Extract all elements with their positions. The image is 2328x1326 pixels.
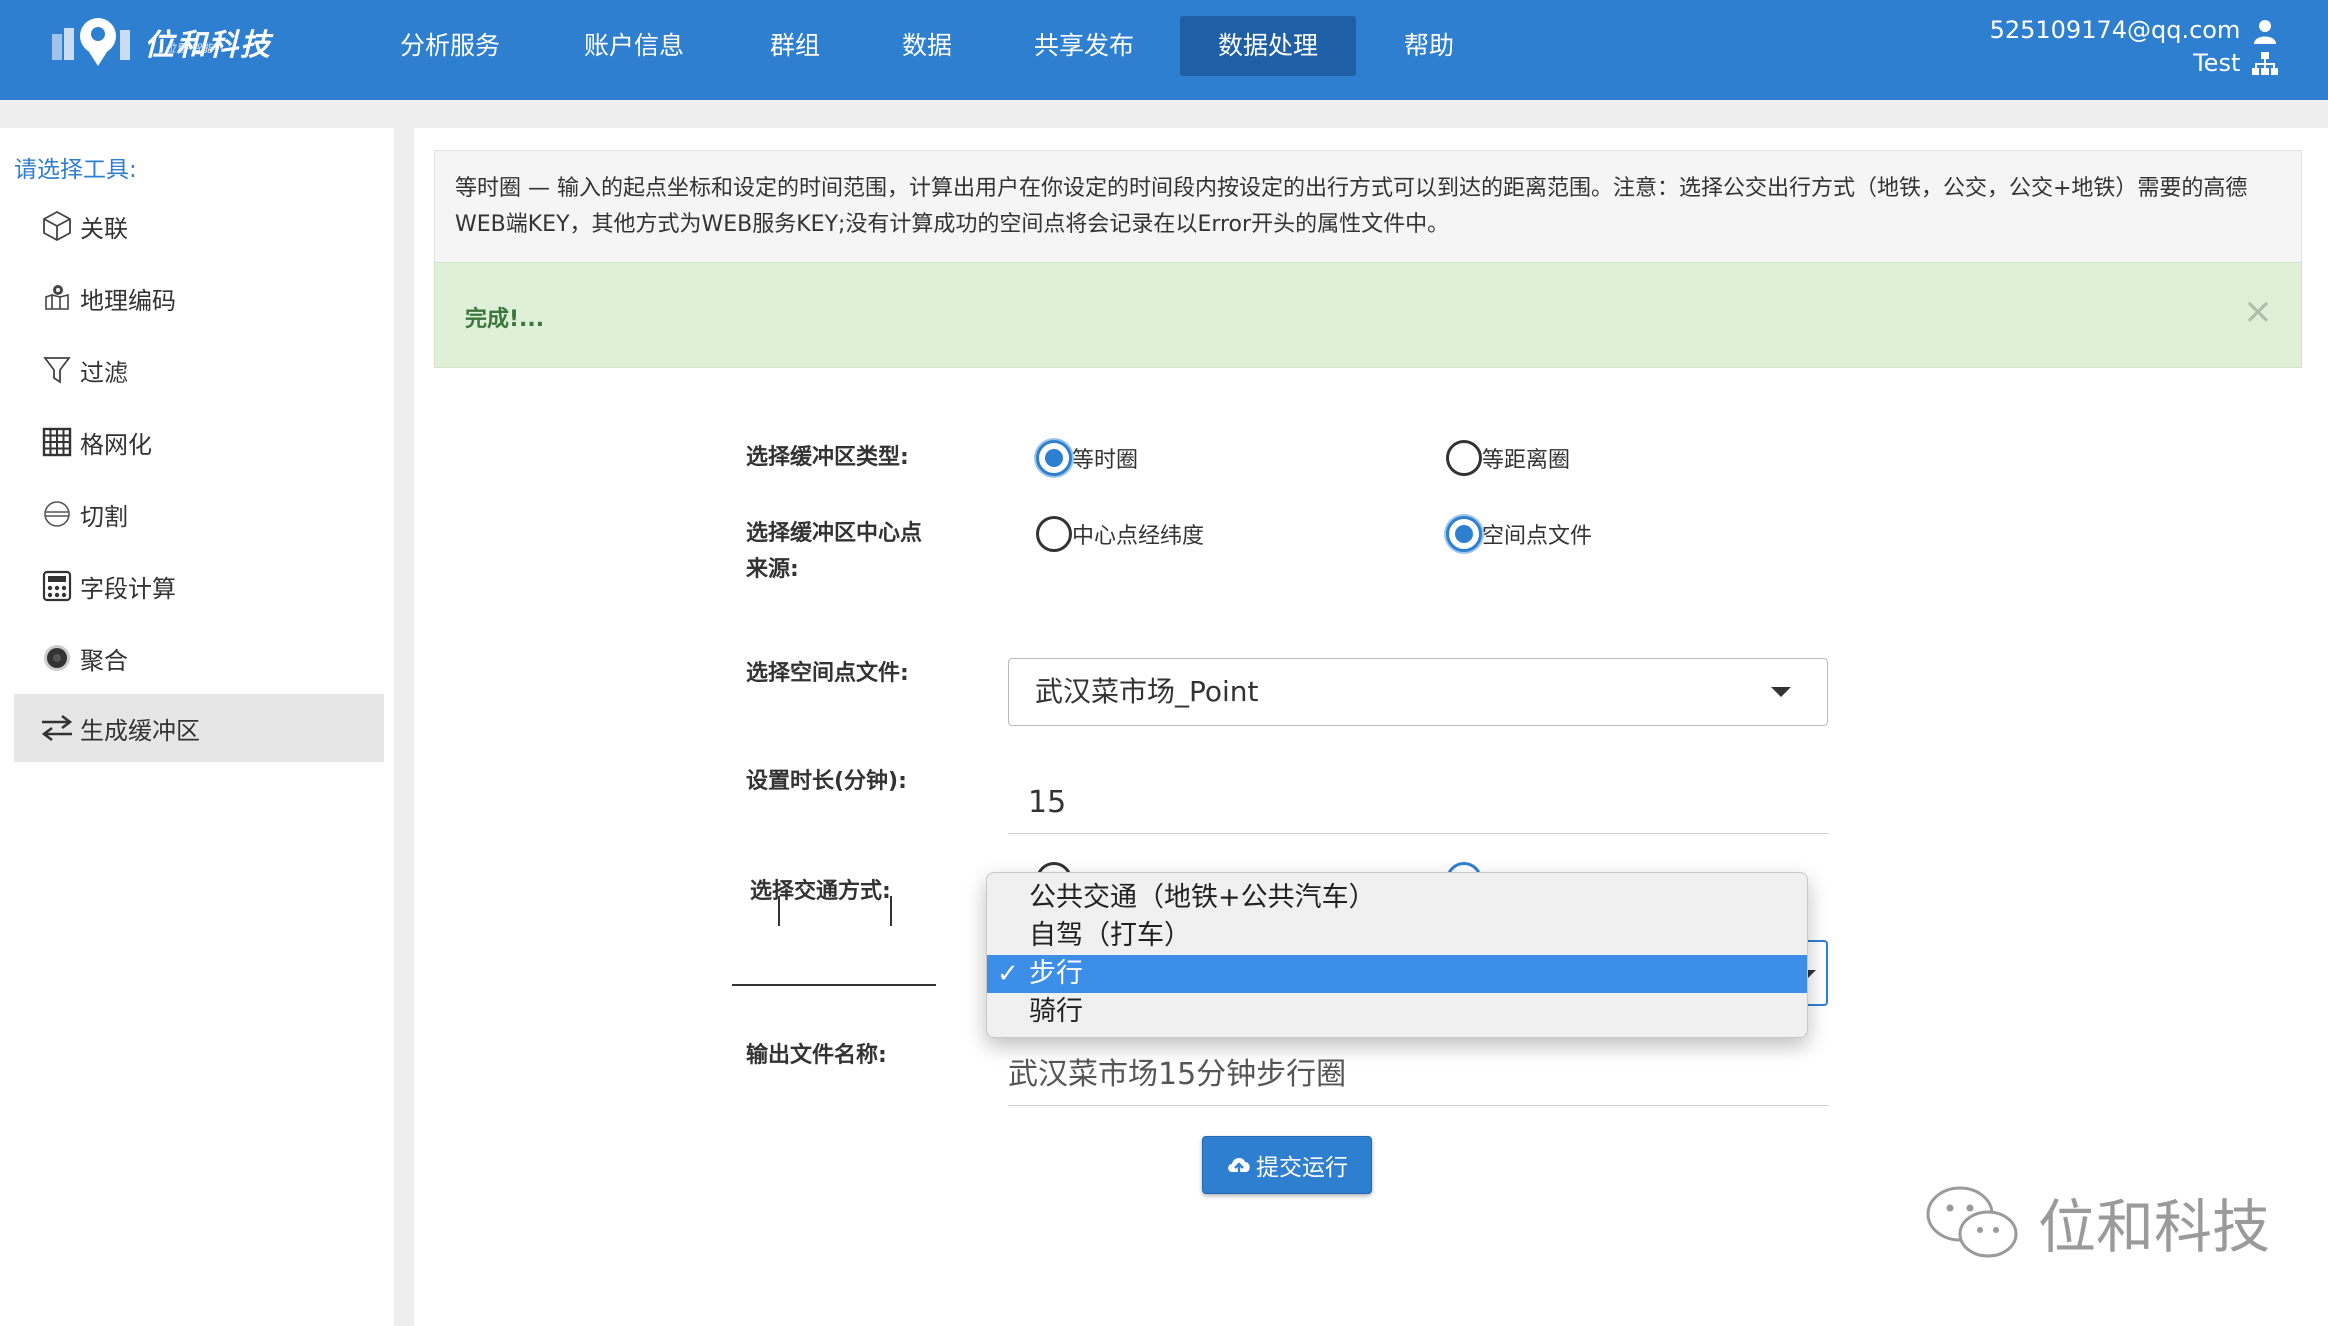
sidebar-item-label: 格网化 — [80, 430, 152, 459]
option-label: 自驾（打车） — [1029, 920, 1191, 951]
radio-label: 中心点经纬度 — [1072, 524, 1205, 549]
close-icon[interactable]: × — [2243, 291, 2273, 332]
logo-subtitle: 位置·智能 — [165, 42, 213, 55]
target-icon — [40, 641, 74, 675]
sidebar-item-label: 生成缓冲区 — [80, 716, 200, 745]
sidebar-item-field-calc[interactable]: 字段计算 — [14, 552, 384, 620]
filter-icon — [40, 353, 74, 387]
user-email: 525109174@qq.com — [1989, 16, 2241, 44]
output-name-label: 输出文件名称: — [746, 1043, 887, 1068]
sidebar-item-grid[interactable]: 格网化 — [14, 408, 384, 476]
transport-dropdown-menu: 公共交通（地铁+公共汽车） 自驾（打车） ✓ 步行 骑行 — [986, 872, 1808, 1038]
radio-point-file[interactable]: 空间点文件 — [1446, 516, 1592, 552]
radio-circle[interactable] — [1446, 440, 1482, 476]
radio-label: 等距离圈 — [1482, 448, 1571, 473]
sidebar-item-label: 过滤 — [80, 358, 128, 387]
sidebar-item-filter[interactable]: 过滤 — [14, 336, 384, 404]
swap-arrows-icon — [40, 711, 74, 745]
nav-data[interactable]: 数据 — [864, 16, 990, 76]
sitemap-icon — [2252, 52, 2278, 75]
center-source-label: 选择缓冲区中心点 来源: — [746, 516, 922, 588]
chevron-down-icon — [1771, 687, 1791, 697]
nav-help[interactable]: 帮助 — [1366, 16, 1492, 76]
point-file-label: 选择空间点文件: — [746, 661, 909, 686]
transport-label: 选择交通方式: — [750, 879, 891, 904]
radio-circle-checked[interactable] — [1036, 440, 1072, 476]
top-navbar: 位和科技 位置·智能 分析服务 账户信息 群组 数据 共享发布 数据处理 帮助 … — [0, 0, 2328, 100]
sidebar-title: 请选择工具: — [14, 157, 137, 183]
label-underline — [732, 984, 936, 986]
sidebar-item-label: 地理编码 — [80, 286, 176, 315]
tool-sidebar: 请选择工具: 关联 地理编码 过滤 格网化 切割 字段计算 聚合 生成缓冲区 — [0, 128, 394, 1326]
label-underline-tick — [890, 896, 892, 926]
sidebar-item-label: 切割 — [80, 502, 128, 531]
radio-circle-checked[interactable] — [1446, 516, 1482, 552]
transport-option-bike[interactable]: 骑行 — [987, 993, 1807, 1031]
sidebar-item-label: 关联 — [80, 214, 128, 243]
buffer-type-label: 选择缓冲区类型: — [746, 445, 909, 470]
radio-label: 空间点文件 — [1482, 524, 1593, 549]
radio-label: 等时圈 — [1072, 448, 1139, 473]
user-menu[interactable]: 525109174@qq.com Test — [1990, 14, 2278, 80]
cube-icon — [40, 209, 74, 243]
point-file-select[interactable]: 武汉菜市场_Point — [1008, 658, 1828, 726]
sidebar-item-clip[interactable]: 切割 — [14, 480, 384, 548]
duration-input[interactable]: 15 — [1008, 768, 1828, 834]
label-underline-tick — [778, 896, 780, 926]
watermark-text: 位和科技 — [2038, 1193, 2271, 1261]
wechat-icon — [1926, 1186, 2018, 1258]
user-icon — [2254, 20, 2276, 44]
grid-icon — [40, 425, 74, 459]
alert-message: 完成!... — [465, 307, 545, 332]
sidebar-item-buffer[interactable]: 生成缓冲区 — [14, 694, 384, 762]
nav-analysis-service[interactable]: 分析服务 — [362, 16, 538, 76]
point-file-value: 武汉菜市场_Point — [1035, 675, 1259, 708]
option-label: 公共交通（地铁+公共汽车） — [1029, 882, 1376, 913]
center-source-label-line2: 来源: — [746, 557, 799, 582]
radio-isodistance[interactable]: 等距离圈 — [1446, 440, 1570, 476]
submit-button[interactable]: 提交运行 — [1202, 1136, 1372, 1194]
map-pin-icon — [40, 281, 74, 315]
center-source-label-line1: 选择缓冲区中心点 — [746, 521, 923, 546]
nav-account-info[interactable]: 账户信息 — [546, 16, 722, 76]
sidebar-item-label: 聚合 — [80, 646, 128, 675]
nav-data-processing[interactable]: 数据处理 — [1180, 16, 1357, 76]
nav-share-publish[interactable]: 共享发布 — [996, 16, 1172, 76]
radio-isochrone[interactable]: 等时圈 — [1036, 440, 1138, 476]
transport-option-drive[interactable]: 自驾（打车） — [987, 917, 1807, 955]
radio-circle[interactable] — [1036, 516, 1072, 552]
transport-option-public[interactable]: 公共交通（地铁+公共汽车） — [987, 879, 1807, 917]
sphere-cut-icon — [40, 497, 74, 531]
sidebar-item-label: 字段计算 — [80, 574, 176, 603]
cloud-upload-icon — [1228, 1158, 1250, 1174]
duration-label: 设置时长(分钟): — [746, 769, 907, 794]
option-label: 步行 — [1029, 958, 1083, 989]
calculator-icon — [40, 569, 74, 603]
output-name-input[interactable]: 武汉菜市场15分钟步行圈 — [1008, 1040, 1828, 1106]
tool-description: 等时圈 — 输入的起点坐标和设定的时间范围，计算出用户在你设定的时间段内按设定的… — [434, 150, 2302, 262]
watermark: 位和科技 — [1920, 1180, 2270, 1264]
option-label: 骑行 — [1029, 996, 1083, 1027]
radio-center-latlng[interactable]: 中心点经纬度 — [1036, 516, 1204, 552]
submit-label: 提交运行 — [1256, 1155, 1348, 1181]
transport-option-walk[interactable]: ✓ 步行 — [987, 955, 1807, 993]
checkmark-icon: ✓ — [997, 959, 1019, 989]
nav-groups[interactable]: 群组 — [732, 16, 858, 76]
logo-icon — [52, 18, 130, 66]
user-org: Test — [2193, 49, 2241, 77]
sidebar-item-aggregate[interactable]: 聚合 — [14, 624, 384, 692]
sidebar-item-join[interactable]: 关联 — [14, 192, 384, 260]
sidebar-item-geocode[interactable]: 地理编码 — [14, 264, 384, 332]
success-alert: 完成!... × — [434, 262, 2302, 368]
